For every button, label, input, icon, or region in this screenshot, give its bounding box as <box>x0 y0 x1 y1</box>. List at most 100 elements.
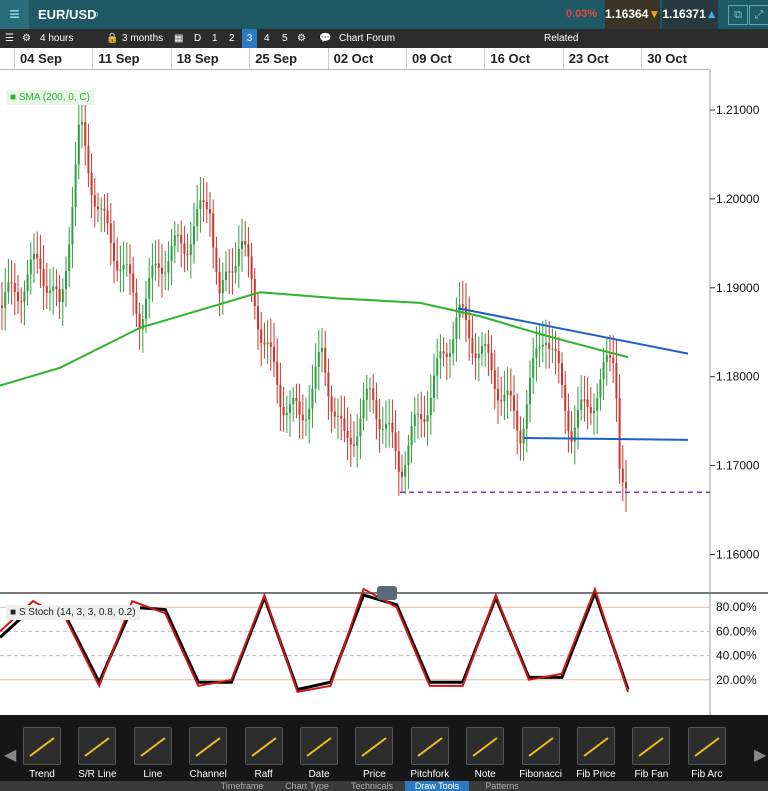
maximize-icon[interactable]: ⤢ <box>749 5 768 25</box>
candle-body <box>529 377 531 405</box>
candle-body <box>279 384 282 407</box>
candle-body <box>36 253 39 259</box>
candle-body <box>612 357 615 363</box>
date-separator <box>170 48 172 69</box>
candle-body <box>417 413 419 415</box>
candle-body <box>337 415 339 417</box>
candle-body <box>292 398 295 405</box>
candle-body <box>45 286 48 293</box>
bid-price[interactable]: 1.16364▼ <box>605 0 660 29</box>
candle-body <box>317 351 320 367</box>
candle-body <box>503 394 506 401</box>
candle-body <box>452 339 455 354</box>
tab-draw-tools[interactable]: Draw Tools <box>405 781 469 791</box>
candle-body <box>90 173 93 195</box>
candle-body <box>119 269 122 271</box>
related-button[interactable]: Related <box>544 29 578 48</box>
range-select[interactable]: 3 months <box>122 29 163 48</box>
layout-5[interactable]: 5 <box>282 29 288 48</box>
search-icon[interactable]: ⌕ <box>92 6 99 22</box>
candle-body <box>61 289 64 303</box>
layout-2[interactable]: 2 <box>229 29 235 48</box>
candle-body <box>7 282 10 293</box>
tool-price[interactable]: Price <box>348 727 400 780</box>
candle-body <box>237 248 240 267</box>
candle-body <box>58 288 61 303</box>
chart-forum-button[interactable]: Chart Forum <box>339 29 395 48</box>
tool-fib-price[interactable]: Fib Price <box>570 727 622 780</box>
candle-body <box>593 410 595 414</box>
scroll-left-icon[interactable]: ◀ <box>4 745 16 765</box>
layout-3[interactable]: 3 <box>242 29 257 48</box>
candle-body <box>221 279 224 294</box>
trend-line-icon <box>23 727 61 765</box>
tool-s-r-line[interactable]: S/R Line <box>71 727 123 780</box>
candle-body <box>564 384 567 411</box>
sma-legend[interactable]: ■ SMA (200, 0, C) <box>6 90 94 105</box>
ask-price[interactable]: 1.16371▲ <box>662 0 718 29</box>
candle-body <box>180 234 183 244</box>
candle-body <box>311 388 314 409</box>
gear-icon[interactable]: ⚙ <box>22 29 31 48</box>
pitchfork-icon <box>410 727 449 765</box>
fibonacci-icon <box>521 727 560 765</box>
candle-body <box>4 292 7 308</box>
tool-channel[interactable]: Channel <box>182 727 234 780</box>
tab-technicals[interactable]: Technicals <box>340 781 404 791</box>
candle-body <box>289 404 291 413</box>
candle-body <box>525 404 528 429</box>
candle-body <box>74 164 77 208</box>
candle-body <box>532 357 535 378</box>
candle-body <box>618 398 621 469</box>
layout-1[interactable]: 1 <box>212 29 218 48</box>
tool-pitchfork[interactable]: Pitchfork <box>404 727 456 780</box>
date-separator <box>249 48 251 69</box>
scroll-right-icon[interactable]: ▶ <box>754 745 766 765</box>
candle-body <box>410 426 413 446</box>
tool-label: Line <box>143 769 163 780</box>
candle-body <box>42 268 45 287</box>
settings-list-icon[interactable]: ☰ <box>5 29 14 48</box>
tool-fib-arc[interactable]: Fib Arc <box>681 727 733 780</box>
date-tick: 25 Sep <box>255 51 298 66</box>
tool-raff[interactable]: Raff <box>238 727 290 780</box>
hamburger-icon[interactable]: ≡ <box>0 0 29 29</box>
price-icon <box>355 727 394 765</box>
candle-body <box>77 124 80 165</box>
timeframe-select[interactable]: 4 hours <box>40 29 73 48</box>
candle-body <box>356 436 359 446</box>
candle-body <box>375 400 378 420</box>
tab-chart-type[interactable]: Chart Type <box>275 781 339 791</box>
date-separator <box>641 48 643 69</box>
date-tick: 23 Oct <box>568 51 609 66</box>
layout-4[interactable]: 4 <box>264 29 270 48</box>
candle-body <box>122 264 125 270</box>
layout-d[interactable]: D <box>194 29 201 48</box>
candle-body <box>218 272 221 294</box>
popout-icon[interactable]: ⧉ <box>728 5 748 25</box>
date-tick: 30 Oct <box>647 51 687 66</box>
tab-timeframe[interactable]: Timeframe <box>210 781 274 791</box>
candle-body <box>68 244 71 271</box>
symbol-label[interactable]: EUR/USD <box>38 7 97 22</box>
candle-body <box>49 290 51 293</box>
candle-body <box>257 306 259 330</box>
tool-fibonacci[interactable]: Fibonacci <box>515 727 567 780</box>
candle-body <box>362 399 365 419</box>
tool-fib-fan[interactable]: Fib Fan <box>625 727 677 780</box>
date-tick: 04 Sep <box>20 51 62 66</box>
tool-date[interactable]: Date <box>293 727 345 780</box>
gear-icon[interactable]: ⚙ <box>297 29 306 48</box>
candle-body <box>481 346 483 354</box>
stoch-legend[interactable]: ■ S Stoch (14, 3, 3, 0.8, 0.2) <box>6 605 140 620</box>
candle-body <box>426 415 429 422</box>
tool-trend[interactable]: Trend <box>16 727 68 780</box>
tool-line[interactable]: Line <box>127 727 179 780</box>
candle-body <box>100 208 103 210</box>
candle-body <box>401 471 403 477</box>
tab-patterns[interactable]: Patterns <box>470 781 534 791</box>
candle-body <box>455 317 458 340</box>
calendar-icon[interactable]: ▦ <box>174 29 183 48</box>
tool-label: Date <box>308 769 330 780</box>
tool-note[interactable]: Note <box>459 727 511 780</box>
